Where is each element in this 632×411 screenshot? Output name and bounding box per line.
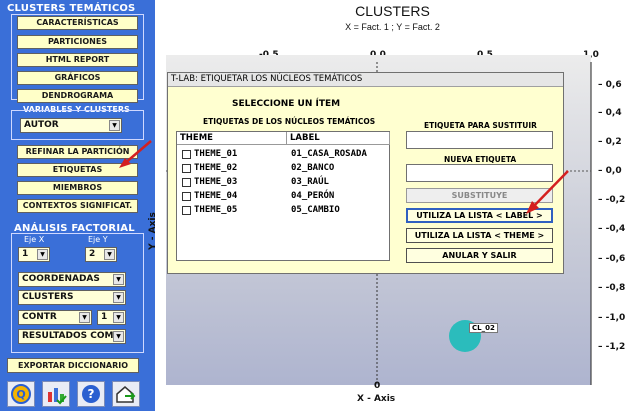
- labels-list-title: ETIQUETAS DE LOS NÚCLEOS TEMÁTICOS: [203, 117, 376, 126]
- x-zero-label: 0: [374, 381, 381, 391]
- checkbox[interactable]: [182, 150, 191, 159]
- y-tick: – -0,4: [598, 224, 626, 234]
- replace-label-title: ETIQUETA PARA SUSTITUIR: [424, 121, 537, 130]
- label-cell: 04_PERÓN: [291, 191, 335, 201]
- dialog-titlebar: T-LAB: ETIQUETAR LOS NÚCLEOS TEMÁTICOS: [168, 73, 563, 87]
- x-axis-label: X - Axis: [357, 394, 396, 404]
- select-item-title: SELECCIONE UN ÍTEM: [232, 99, 341, 109]
- cluster-point-label: CL_02: [469, 323, 498, 333]
- list-item[interactable]: THEME_01 01_CASA_ROSADA: [180, 148, 388, 161]
- y-tick: – -0,6: [598, 254, 626, 264]
- list-item[interactable]: THEME_03 03_RAÚL: [180, 176, 388, 189]
- y-axis-label: Y - Axis: [147, 212, 158, 250]
- y-tick: – -0,2: [598, 195, 626, 205]
- theme-cell: THEME_01: [194, 149, 238, 159]
- y-tick: – 0,4: [598, 108, 622, 118]
- label-dialog: T-LAB: ETIQUETAR LOS NÚCLEOS TEMÁTICOS S…: [167, 72, 564, 274]
- y-tick: – -0,8: [598, 283, 626, 293]
- cancel-exit-button[interactable]: ANULAR Y SALIR: [406, 248, 553, 263]
- label-cell: 03_RAÚL: [291, 177, 329, 187]
- list-item[interactable]: THEME_02 02_BANCO: [180, 162, 388, 175]
- y-tick: – -1,2: [598, 342, 626, 352]
- y-tick: – -1,0: [598, 313, 626, 323]
- y-tick: – 0,0: [598, 166, 622, 176]
- label-cell: 02_BANCO: [291, 163, 335, 173]
- theme-cell: THEME_02: [194, 163, 238, 173]
- theme-cell: THEME_04: [194, 191, 238, 201]
- label-cell: 01_CASA_ROSADA: [291, 149, 367, 159]
- label-cell: 05_CAMBIO: [291, 205, 340, 215]
- theme-list[interactable]: THEME LABEL THEME_01 01_CASA_ROSADA THEM…: [176, 131, 390, 261]
- use-theme-list-button[interactable]: UTILIZA LA LISTA < THEME >: [406, 228, 553, 243]
- y-tick: – 0,2: [598, 137, 622, 147]
- checkbox[interactable]: [182, 206, 191, 215]
- list-item[interactable]: THEME_05 05_CAMBIO: [180, 204, 388, 217]
- y-tick: – 0,6: [598, 80, 622, 90]
- checkbox[interactable]: [182, 192, 191, 201]
- list-item[interactable]: THEME_04 04_PERÓN: [180, 190, 388, 203]
- theme-cell: THEME_05: [194, 205, 238, 215]
- column-header-label[interactable]: LABEL: [287, 132, 390, 145]
- new-label-title: NUEVA ETIQUETA: [444, 155, 517, 164]
- red-arrow-label-list: [526, 170, 569, 214]
- column-header-theme[interactable]: THEME: [177, 132, 287, 145]
- checkbox[interactable]: [182, 164, 191, 173]
- theme-cell: THEME_03: [194, 177, 238, 187]
- replace-label-field[interactable]: [406, 131, 553, 149]
- checkbox[interactable]: [182, 178, 191, 187]
